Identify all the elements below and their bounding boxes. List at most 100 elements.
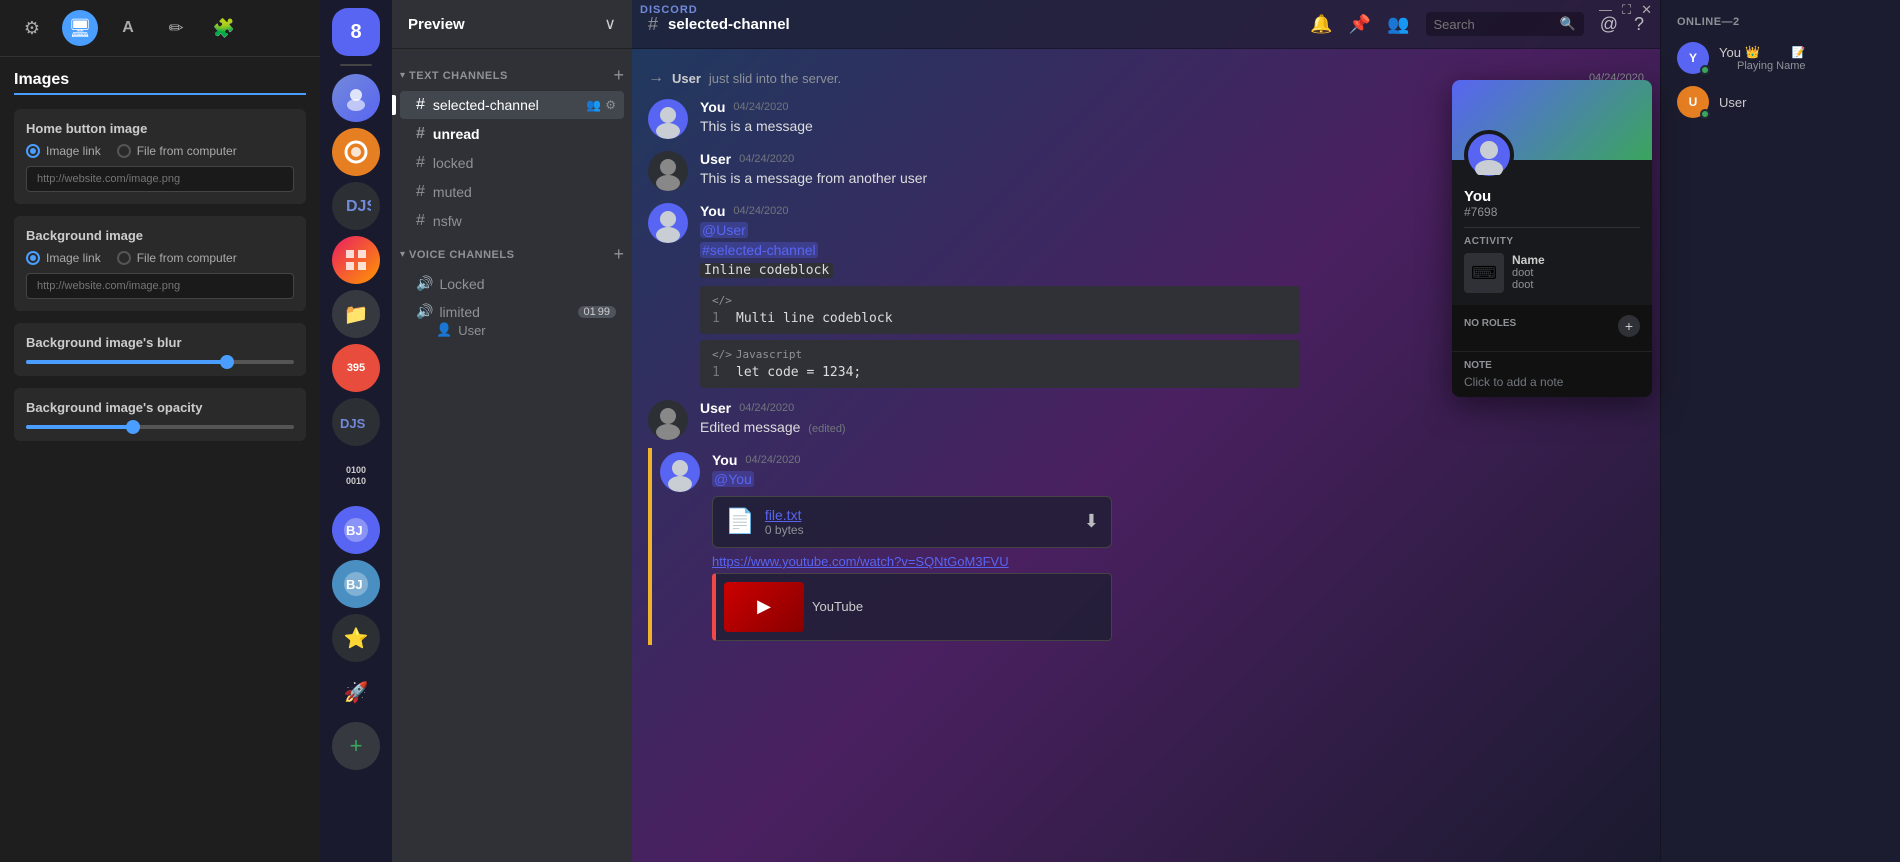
bg-image-link-radio[interactable] [26,251,40,265]
locked-hash-icon: # [416,154,425,172]
voice-user-icon: 👤 [436,322,452,338]
channel-item-locked[interactable]: # locked [400,149,624,177]
member-item-user[interactable]: U User [1669,80,1892,124]
note-placeholder[interactable]: Click to add a note [1464,375,1640,389]
server-icon-preview[interactable]: 8 [332,8,380,56]
file-attachment: 📄 file.txt 0 bytes ⬇ [712,496,1112,548]
codeblock-tag-icon-2: </> [712,348,732,361]
server-icon-binary[interactable]: 01000010 [332,452,380,500]
channel-hash-icon: # [416,96,425,114]
home-file-computer-option[interactable]: File from computer [117,144,237,158]
bg-image-link-label: Image link [46,251,101,265]
voice-channel-name-limited: limited [439,304,479,320]
file-name[interactable]: file.txt [765,507,1074,523]
member-avatar-user: U [1677,86,1709,118]
message-text-you-3: @You [712,470,1644,490]
channel-item-muted[interactable]: # muted [400,178,624,206]
blur-slider-fill [26,360,227,364]
voice-channels-label: VOICE CHANNELS [409,249,514,261]
bg-image-url-input[interactable] [26,273,294,299]
title-bar-controls: — ⛶ ✕ [1599,2,1652,18]
server-icon-4[interactable] [332,236,380,284]
opacity-slider-track[interactable] [26,425,294,429]
bg-file-computer-radio[interactable] [117,251,131,265]
codeblock-lang: Javascript [736,348,802,361]
puzzle-tool-icon[interactable]: 🧩 [206,10,242,46]
edited-tag: (edited) [808,423,845,435]
gear-tool-icon[interactable]: ⚙ [14,10,50,46]
server-icon-2[interactable] [332,128,380,176]
text-channels-category[interactable]: ▾ TEXT CHANNELS + [392,57,632,90]
profile-popup: You #7698 ACTIVITY ⌨ Name doot doot NO R… [1452,80,1652,397]
channel-members-icon[interactable]: 👥 [586,98,601,112]
channel-item-nsfw[interactable]: # nsfw [400,207,624,235]
message-author-you-3: You [712,452,737,468]
search-box[interactable]: 🔍 [1426,12,1584,36]
opacity-slider-thumb[interactable] [126,420,140,434]
you-note-icon: 📝 [1792,46,1806,59]
voice-badge-99: 99 [598,306,610,318]
file-doc-icon: 📄 [725,507,755,536]
maximize-button[interactable]: ⛶ [1622,2,1631,18]
message-timestamp-you-3: 04/24/2020 [745,454,800,466]
activity-detail-1: doot [1512,267,1640,279]
server-icon-blue2[interactable]: BJ [332,560,380,608]
settings-panel: ⚙ 🖥 A ✏ 🧩 Images Home button image Image… [0,0,320,862]
text-channel-add-icon[interactable]: + [613,65,624,86]
add-role-button[interactable]: + [1618,315,1640,337]
monitor-tool-icon[interactable]: 🖥 [62,10,98,46]
codeblock-1: </> 1 Multi line codeblock [700,286,1300,334]
you-avatar-3 [660,452,700,492]
server-icon-3[interactable]: DJS [332,182,380,230]
home-button-image-title: Home button image [26,121,294,136]
bg-file-computer-option[interactable]: File from computer [117,251,237,265]
server-icon-6[interactable]: 395 [332,344,380,392]
server-icon-djs[interactable]: DJS [332,398,380,446]
blur-slider-track[interactable] [26,360,294,364]
home-image-link-radio[interactable] [26,144,40,158]
youtube-link[interactable]: https://www.youtube.com/watch?v=SQNtGoM3… [712,554,1112,569]
voice-channel-limited[interactable]: 🔊 limited 01 99 👤 User [400,298,624,343]
channel-name-locked: locked [433,155,473,171]
blur-slider-thumb[interactable] [220,355,234,369]
minimize-button[interactable]: — [1599,2,1612,18]
channel-gear-icon[interactable]: ⚙ [605,98,616,112]
channel-item-selected-channel[interactable]: # selected-channel 👥 ⚙ [400,91,624,119]
bg-image-link-option[interactable]: Image link [26,251,101,265]
server-icon-blue1[interactable]: BJ [332,506,380,554]
server-header[interactable]: Preview ∨ [392,0,632,49]
voice-channels-category[interactable]: ▾ VOICE CHANNELS + [392,236,632,269]
discord-logo: DISCORD [640,4,698,16]
brush-tool-icon[interactable]: ✏ [158,10,194,46]
search-input[interactable] [1434,17,1554,32]
voice-channel-add-icon[interactable]: + [613,244,624,265]
you-status-dot [1700,65,1710,75]
chat-header: # selected-channel 🔔 📌 👥 🔍 @ ? [632,0,1660,49]
server-icon-5[interactable]: 📁 [332,290,380,338]
close-button[interactable]: ✕ [1641,2,1652,18]
self-mention: @You [712,471,754,487]
home-image-link-option[interactable]: Image link [26,144,101,158]
home-image-url-input[interactable] [26,166,294,192]
header-actions: 🔔 📌 👥 🔍 @ ? [1310,12,1644,36]
text-tool-icon[interactable]: A [110,10,146,46]
server-icon-rocket[interactable]: 🚀 [332,668,380,716]
profile-banner-avatar [1464,130,1514,180]
members-icon[interactable]: 👥 [1387,14,1409,35]
member-name-col-you: You 👑 📝 Playing Name [1719,45,1805,72]
file-download-icon[interactable]: ⬇ [1084,511,1099,532]
server-list: 8 DJS 📁 395 DJS 01000010 BJ BJ [320,0,392,862]
channel-name-nsfw: nsfw [433,213,462,229]
home-file-computer-radio[interactable] [117,144,131,158]
server-icon-1[interactable] [332,74,380,122]
server-icon-star[interactable]: ⭐ [332,614,380,662]
bell-icon[interactable]: 🔔 [1310,14,1332,35]
channel-item-unread[interactable]: # unread [400,120,624,148]
member-item-you[interactable]: Y You 👑 📝 Playing Name [1669,36,1892,80]
message-content-user-2: User 04/24/2020 Edited message (edited) [700,400,1644,440]
pin-icon[interactable]: 📌 [1349,14,1371,35]
voice-channel-locked[interactable]: 🔊 Locked [400,270,624,297]
discord-app: 8 DJS 📁 395 DJS 01000010 BJ BJ [320,0,1900,862]
server-add-button[interactable]: + [332,722,380,770]
you-crown-icon: 👑 [1745,45,1760,59]
